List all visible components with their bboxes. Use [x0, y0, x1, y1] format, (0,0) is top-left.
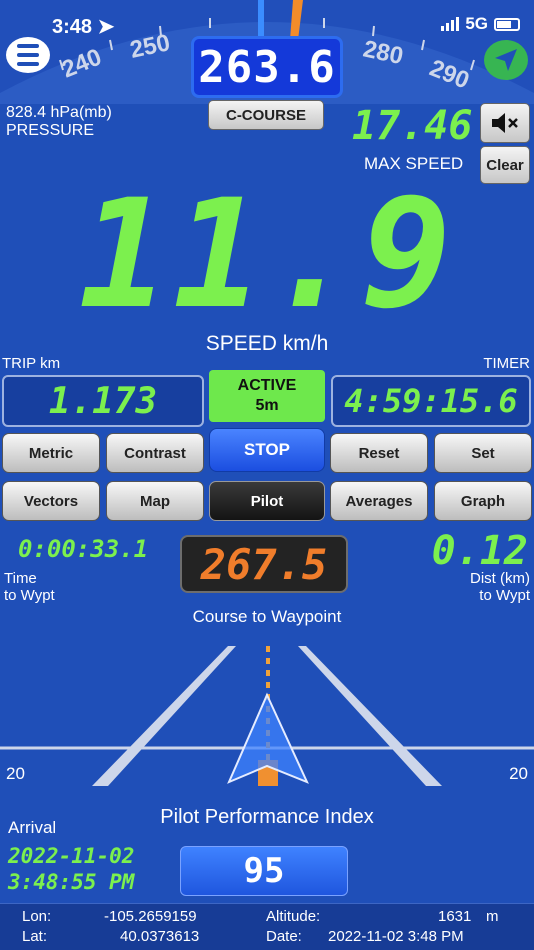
mute-button[interactable] [480, 103, 530, 143]
distance-to-waypoint-value: 0.12 [431, 528, 528, 574]
contrast-button[interactable]: Contrast [106, 433, 204, 473]
date-value: 2022-11-02 3:48 PM [328, 928, 464, 945]
course-to-waypoint-label: Course to Waypoint [192, 607, 342, 626]
metric-button[interactable]: Metric [2, 433, 100, 473]
performance-index-label: Pilot Performance Index [160, 806, 374, 828]
timer-label: TIMER [483, 355, 530, 372]
distance-to-waypoint-label: Dist (km) to Wypt [470, 570, 530, 604]
lat-label: Lat: [22, 928, 48, 945]
course-value: 263.6 [198, 41, 336, 93]
speed-label: SPEED km/h [205, 332, 329, 355]
course-to-waypoint-display: 267.5 [180, 535, 348, 593]
clear-button[interactable]: Clear [480, 146, 530, 184]
location-arrow-icon: ➤ [97, 16, 115, 38]
network-type: 5G [465, 14, 488, 33]
pressure-label: PRESSURE [6, 122, 95, 139]
position-footer: Lon: -105.2659159 Lat: 40.0373613 Altitu… [0, 903, 534, 950]
hamburger-icon [17, 44, 39, 48]
status-badge: ACTIVE 5m [209, 370, 325, 422]
performance-index-value: 95 [180, 846, 348, 896]
time-to-waypoint-value: 0:00:33.1 [18, 535, 149, 563]
map-button[interactable]: Map [106, 481, 204, 521]
signal-icon [441, 17, 460, 31]
lon-value: -105.2659159 [104, 908, 197, 925]
status-line-1: ACTIVE [237, 377, 297, 394]
max-speed-value: 17.46 [352, 103, 473, 149]
set-button[interactable]: Set [434, 433, 532, 473]
averages-button[interactable]: Averages [330, 481, 428, 521]
trip-display: 1.173 [2, 375, 204, 427]
lat-value: 40.0373613 [120, 928, 200, 945]
course-deviation-indicator [0, 646, 534, 786]
speed-value: 11.9 [78, 168, 456, 342]
c-course-button[interactable]: C-COURSE [208, 100, 324, 130]
arrival-date: 2022-11-02 [8, 844, 135, 868]
navigation-arrow-icon [495, 49, 517, 71]
status-line-2: 5m [255, 397, 279, 414]
date-label: Date: [266, 928, 302, 945]
pressure-value: 828.4 hPa(mb) [6, 104, 112, 121]
deviation-scale-right: 20 [509, 764, 528, 783]
graph-button[interactable]: Graph [434, 481, 532, 521]
status-indicators: 5G [441, 14, 520, 34]
speaker-muted-icon [492, 113, 518, 133]
arrival-time: 3:48:55 PM [8, 870, 135, 894]
reset-button[interactable]: Reset [330, 433, 428, 473]
menu-button[interactable] [6, 37, 50, 73]
deviation-scale-left: 20 [6, 764, 25, 783]
navigate-button[interactable] [484, 40, 528, 80]
course-display: 263.6 [191, 36, 343, 98]
altitude-unit: m [486, 908, 499, 925]
pilot-button[interactable]: Pilot [209, 481, 325, 521]
battery-icon [494, 17, 520, 31]
lon-label: Lon: [22, 908, 52, 925]
vectors-button[interactable]: Vectors [2, 481, 100, 521]
trip-label: TRIP km [2, 355, 61, 372]
altitude-value: 1631 [438, 908, 472, 925]
timer-display: 4:59:15.6 [331, 375, 531, 427]
altitude-label: Altitude: [266, 908, 321, 925]
time-to-waypoint-label: Time to Wypt [4, 570, 55, 604]
status-time: 3:48 ➤ [52, 16, 115, 38]
arrival-label: Arrival [8, 818, 57, 837]
stop-button[interactable]: STOP [209, 428, 325, 472]
